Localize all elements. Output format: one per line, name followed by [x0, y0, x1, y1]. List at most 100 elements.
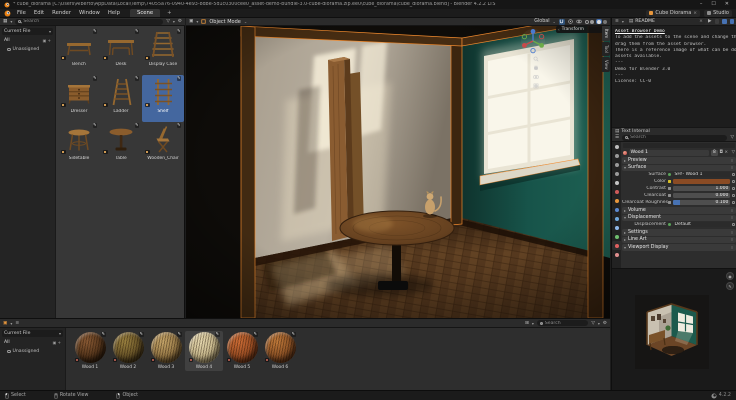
edit-asset-icon[interactable]: ✎ [135, 123, 139, 128]
asset-card[interactable]: ✎ Table [100, 122, 142, 169]
edit-asset-icon[interactable]: ✎ [93, 76, 97, 81]
asset-card[interactable]: ✎ Shelf [142, 75, 184, 122]
asset-card[interactable]: ✎ Dresser [58, 75, 100, 122]
animate-dot-icon[interactable] [732, 223, 735, 226]
contrast-field[interactable]: 1.000 [673, 186, 731, 192]
rendered-shading-button[interactable] [603, 20, 607, 24]
edit-asset-icon[interactable]: ✎ [177, 123, 181, 128]
properties-tab[interactable] [612, 250, 621, 259]
edit-asset-icon[interactable]: ✎ [177, 29, 181, 34]
text-editor-icon[interactable]: ≡ [615, 19, 619, 24]
material-name-field[interactable]: Wood 1 [629, 150, 710, 156]
asset-search-input[interactable] [23, 19, 160, 24]
snap-magnet-icon[interactable] [559, 19, 565, 25]
line-numbers-toggle[interactable] [715, 19, 720, 24]
properties-tab[interactable] [612, 232, 621, 241]
edit-material-icon[interactable]: ✎ [101, 332, 105, 337]
properties-tab[interactable] [612, 187, 621, 196]
filter-icon[interactable]: ▽ [730, 135, 734, 140]
properties-tab[interactable] [612, 196, 621, 205]
sidebar-tab[interactable]: View [602, 57, 610, 73]
animate-dot-icon[interactable] [732, 194, 735, 197]
material-card[interactable]: ✎ Wood 6 [261, 331, 299, 371]
asset-card[interactable]: ✎ Bench [58, 28, 100, 75]
properties-search-input[interactable] [630, 135, 724, 140]
asset-search[interactable] [15, 19, 163, 25]
shelf-search-input[interactable] [545, 321, 585, 326]
fake-user-shield-icon[interactable]: ◘ [719, 150, 722, 155]
properties-tab[interactable] [612, 241, 621, 250]
title-bar[interactable]: * cube_diorama [C:\Users\Alberto\AppData… [0, 0, 736, 9]
unlink-scene-icon[interactable]: × [693, 11, 697, 16]
text-datablock[interactable]: ▤ README × [627, 19, 705, 25]
edit-material-icon[interactable]: ✎ [177, 332, 181, 337]
properties-tab[interactable] [612, 178, 621, 187]
text-editor-content[interactable]: Asset Browser DemoTo add the assets to t… [612, 26, 736, 127]
properties-tab[interactable] [612, 223, 621, 232]
asset-card[interactable]: ✎ Wooden_Chair [142, 122, 184, 169]
image-editor[interactable]: ◉ ✎ [612, 268, 736, 390]
menu-item[interactable]: Render [51, 10, 72, 16]
asset-browser-editor-icon[interactable]: ▦ [3, 19, 7, 24]
material-card[interactable]: ✎ Wood 5 [223, 331, 261, 371]
catalog-item-unassigned[interactable]: Unassigned [2, 46, 53, 53]
panel-settings[interactable]: ▸Settings⠿ [622, 229, 736, 236]
clearcoat-roughness-slider[interactable]: 0.100 [673, 200, 731, 206]
material-card[interactable]: ✎ Wood 4 [185, 331, 223, 371]
material-card[interactable]: ✎ Wood 3 [147, 331, 185, 371]
image-options-icon[interactable]: ◉ [726, 272, 734, 280]
solid-shading-button[interactable] [590, 20, 594, 24]
shelf-source-select[interactable]: Current File▾ [2, 330, 63, 337]
new-catalog-icon[interactable]: ▣ + [43, 38, 51, 43]
syntax-highlight-toggle[interactable] [730, 19, 735, 24]
filter-icon[interactable]: ▽ [166, 19, 170, 24]
properties-editor-icon[interactable]: ☰ [615, 135, 619, 140]
panel-volume[interactable]: ▸Volume⠿ [622, 207, 736, 214]
surface-shader-select[interactable]: SH!- Wood 1 [673, 172, 731, 178]
mode-select[interactable]: Object Mode [209, 19, 241, 25]
animate-dot-icon[interactable] [732, 201, 735, 204]
color-swatch[interactable] [673, 179, 731, 185]
material-preview-button[interactable] [596, 19, 602, 25]
word-wrap-toggle[interactable] [722, 19, 727, 24]
minimize-button[interactable]: – [697, 0, 706, 9]
material-card[interactable]: ✎ Wood 1 [71, 331, 109, 371]
pan-tool-icon[interactable] [533, 65, 539, 71]
3d-viewport-scene[interactable] [186, 26, 610, 318]
clearcoat-field[interactable]: 0.000 [673, 193, 731, 199]
panel-viewport-display[interactable]: ▾Viewport Display⠿ [622, 244, 736, 251]
blender-menu-icon[interactable] [4, 10, 11, 17]
panel-line-art[interactable]: ▸Line Art⠿ [622, 237, 736, 244]
edit-material-icon[interactable]: ✎ [291, 332, 295, 337]
shelf-search[interactable] [537, 320, 588, 326]
transform-panel-header[interactable]: ‹ Transform [556, 26, 602, 33]
animate-dot-icon[interactable] [732, 187, 735, 190]
asset-shelf-icon[interactable]: ▣ [3, 321, 7, 326]
asset-card[interactable]: ✎ Sidetable [58, 122, 100, 169]
filter-icon[interactable]: ▽ [591, 321, 595, 326]
properties-tab[interactable] [612, 205, 621, 214]
new-catalog-icon[interactable]: ▣ + [53, 340, 61, 345]
material-slots-list[interactable] [623, 143, 735, 148]
users-count-button[interactable]: 8 [711, 150, 718, 156]
catalog-item-all[interactable]: All ▣ + [2, 37, 53, 44]
properties-tab[interactable] [612, 169, 621, 178]
material-card[interactable]: ✎ Wood 2 [109, 331, 147, 371]
maximize-button[interactable]: ☐ [708, 0, 718, 9]
close-text-icon[interactable]: × [699, 19, 703, 24]
display-size-icon[interactable]: ⊞ [525, 321, 529, 326]
navigation-gizmo[interactable] [520, 28, 546, 54]
animate-dot-icon[interactable] [732, 173, 735, 176]
menu-item[interactable]: Window [78, 10, 101, 16]
add-workspace-button[interactable]: + [165, 10, 173, 16]
image-pin-icon[interactable]: ✎ [726, 282, 734, 290]
camera-view-icon[interactable] [533, 74, 539, 80]
animate-dot-icon[interactable] [732, 180, 735, 183]
proportional-edit-icon[interactable] [568, 19, 573, 24]
menu-item[interactable]: Edit [33, 10, 45, 16]
asset-source-select[interactable]: Current File▾ [2, 28, 53, 35]
unlink-material-icon[interactable]: × [724, 150, 728, 155]
catalog-item-unassigned[interactable]: Unassigned [2, 348, 63, 355]
properties-tab[interactable] [612, 214, 621, 223]
scene-selector[interactable]: Cube Diorama × [646, 10, 700, 17]
